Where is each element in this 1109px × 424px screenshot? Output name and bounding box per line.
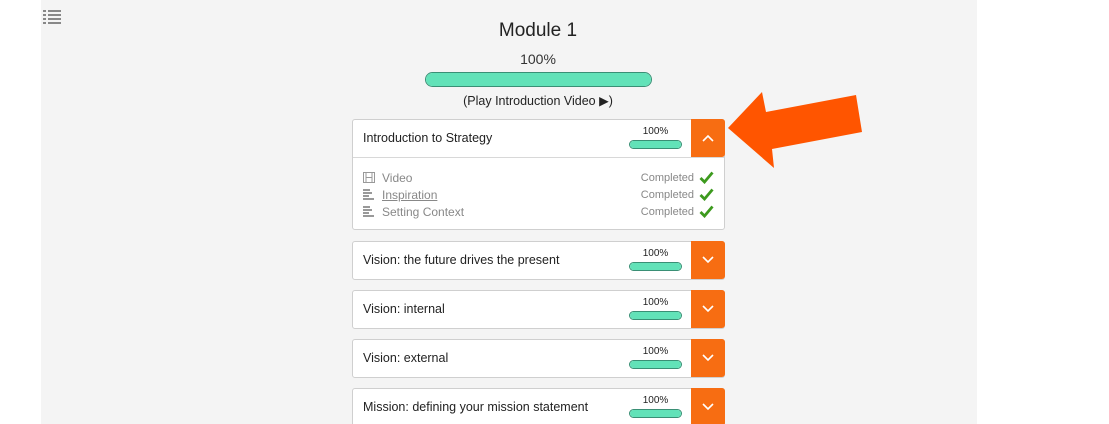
section-progress-bar	[629, 360, 682, 369]
section-card: Vision: the future drives the present 100…	[352, 241, 725, 280]
section-toggle-button[interactable]	[691, 119, 725, 157]
section-progress-bar	[629, 140, 682, 149]
chevron-up-icon	[702, 134, 714, 142]
chevron-down-icon	[702, 403, 714, 411]
section-card: Vision: external 100%	[352, 339, 725, 378]
text-lines-icon	[363, 189, 374, 200]
module-title: Module 1	[498, 20, 578, 41]
section-header[interactable]: Introduction to Strategy 100%	[353, 119, 725, 157]
lesson-name[interactable]: Inspiration	[382, 188, 437, 202]
section-progress-fill	[630, 361, 681, 368]
lesson-status: Completed	[640, 206, 694, 218]
module-progress-bar	[425, 72, 652, 87]
section-toggle-button[interactable]	[691, 388, 725, 424]
section-progress-bar	[629, 311, 682, 320]
text-lines-icon	[363, 206, 374, 217]
section-progress-fill	[630, 141, 681, 148]
section-toggle-button[interactable]	[691, 241, 725, 279]
section-lessons: Video Completed Inspiration Completed Settin…	[353, 157, 724, 229]
section-header[interactable]: Vision: external 100%	[353, 339, 725, 377]
section-card: Introduction to Strategy 100% Video Complet…	[352, 119, 725, 230]
arrow-pointer-icon	[728, 92, 862, 168]
section-progress-label: 100%	[642, 346, 669, 357]
section-toggle-button[interactable]	[691, 339, 725, 377]
section-title: Mission: defining your mission statement	[363, 400, 589, 414]
lesson-status: Completed	[640, 172, 694, 184]
check-icon	[699, 205, 714, 218]
section-card: Mission: defining your mission statement…	[352, 388, 725, 424]
section-progress-bar	[629, 262, 682, 271]
lesson-name: Setting Context	[382, 205, 465, 219]
section-title: Vision: external	[363, 351, 449, 365]
film-icon	[363, 172, 375, 183]
section-progress-label: 100%	[642, 297, 669, 308]
section-progress-fill	[630, 263, 681, 270]
page: Module 1 100% (Play Introduction Video ▶…	[0, 0, 1109, 424]
section-progress-label: 100%	[642, 126, 669, 137]
section-progress-fill	[630, 312, 681, 319]
section-title: Vision: internal	[363, 302, 445, 316]
check-icon	[699, 171, 714, 184]
chevron-down-icon	[702, 305, 714, 313]
lesson-name: Video	[382, 171, 413, 185]
module-progress-label: 100%	[520, 51, 556, 67]
lesson-item: Video Completed	[363, 170, 714, 187]
lesson-item[interactable]: Inspiration Completed	[363, 187, 714, 204]
section-progress-label: 100%	[642, 248, 669, 259]
section-progress-label: 100%	[642, 395, 669, 406]
section-toggle-button[interactable]	[691, 290, 725, 328]
chevron-down-icon	[702, 256, 714, 264]
check-icon	[699, 188, 714, 201]
play-introduction-video-link[interactable]: (Play Introduction Video ▶)	[0, 93, 1076, 108]
section-header[interactable]: Vision: internal 100%	[353, 290, 725, 328]
section-progress-bar	[629, 409, 682, 418]
section-title: Introduction to Strategy	[363, 131, 493, 145]
section-title: Vision: the future drives the present	[363, 253, 560, 267]
chevron-down-icon	[702, 354, 714, 362]
section-progress-fill	[630, 410, 681, 417]
lesson-status: Completed	[640, 189, 694, 201]
lesson-item: Setting Context Completed	[363, 204, 714, 221]
module-progress-fill	[426, 73, 651, 86]
section-header[interactable]: Vision: the future drives the present 100…	[353, 241, 725, 279]
section-card: Vision: internal 100%	[352, 290, 725, 329]
section-header[interactable]: Mission: defining your mission statement…	[353, 388, 725, 424]
